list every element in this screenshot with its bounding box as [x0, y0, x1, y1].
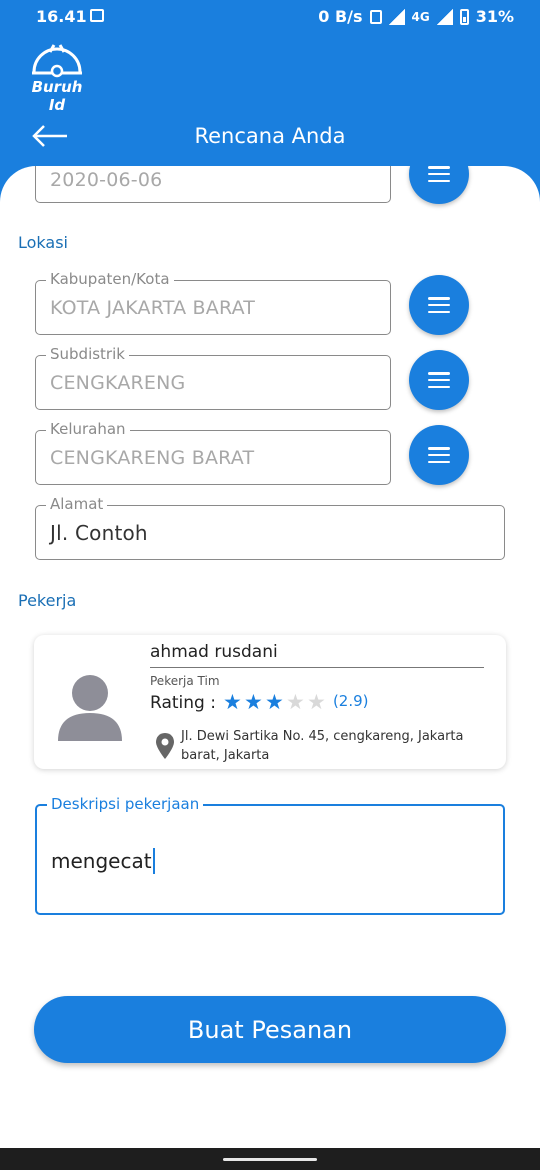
star-icon: ★: [307, 690, 326, 714]
subdistrik-field[interactable]: Subdistrik CENGKARENG: [35, 345, 391, 410]
kelurahan-select-button[interactable]: [409, 425, 469, 485]
network-type: 4G: [411, 9, 430, 24]
menu-icon: [428, 447, 450, 463]
kelurahan-field[interactable]: Kelurahan CENGKARENG BARAT: [35, 420, 391, 485]
avatar-icon: [58, 675, 122, 741]
gallery-icon: [90, 9, 104, 22]
alamat-field[interactable]: Alamat Jl. Contoh: [35, 495, 505, 560]
battery-icon: [459, 8, 469, 25]
date-value: 2020-06-06: [50, 168, 163, 191]
kabupaten-field[interactable]: Kabupaten/Kota KOTA JAKARTA BARAT: [35, 270, 391, 335]
battery-percent: 31%: [475, 7, 514, 26]
alamat-value: Jl. Contoh: [50, 520, 148, 545]
worker-name: ahmad rusdani: [150, 642, 278, 662]
signal-icon-2: [436, 8, 453, 25]
star-icon: ★: [223, 690, 242, 714]
signal-icon: [388, 8, 405, 25]
vibrate-icon: [369, 9, 382, 24]
divider: [150, 667, 484, 668]
menu-icon: [428, 297, 450, 313]
worker-section-title: Pekerja: [18, 591, 77, 610]
status-bar: 16.41 0 B/s 4G 31%: [0, 0, 540, 34]
star-icon: ★: [244, 690, 263, 714]
worker-card[interactable]: ahmad rusdani Pekerja Tim Rating : ★ ★ ★ ★ ★…: [34, 635, 506, 769]
job-description-field[interactable]: Deskripsi pekerjaan mengecat: [35, 795, 505, 915]
text-cursor: [152, 848, 155, 874]
location-section-title: Lokasi: [18, 233, 68, 252]
helmet-icon: [32, 44, 82, 78]
worker-address: Jl. Dewi Sartika No. 45, cengkareng, Jak…: [181, 729, 464, 763]
rating-label: Rating :: [150, 692, 216, 713]
status-icons: 0 B/s 4G 31%: [318, 7, 514, 26]
app-logo: Buruh Id: [24, 40, 90, 114]
page-title: Rencana Anda: [194, 124, 346, 148]
subdistrik-select-button[interactable]: [409, 350, 469, 410]
star-icon: ★: [286, 690, 305, 714]
worker-type: Pekerja Tim: [150, 674, 220, 688]
subdistrik-value: CENGKARENG: [50, 371, 186, 394]
home-gesture-bar[interactable]: [223, 1158, 317, 1161]
kabupaten-select-button[interactable]: [409, 275, 469, 335]
job-description-value: mengecat: [51, 848, 155, 874]
order-form: 2020-06-06 Lokasi Kabupaten/Kota KOTA JA…: [0, 166, 540, 1148]
date-field[interactable]: 2020-06-06: [35, 166, 391, 203]
kabupaten-value: KOTA JAKARTA BARAT: [50, 296, 256, 319]
date-picker-button[interactable]: [409, 166, 469, 204]
star-icon: ★: [265, 690, 284, 714]
kelurahan-value: CENGKARENG BARAT: [50, 446, 255, 469]
rating-value: (2.9): [332, 692, 369, 710]
logo-text: Buruh Id: [31, 78, 83, 114]
menu-icon: [428, 166, 450, 182]
status-time: 16.41: [36, 7, 87, 26]
network-speed: 0 B/s: [318, 7, 363, 26]
rating-stars: ★ ★ ★ ★ ★: [222, 692, 327, 713]
location-pin-icon: [156, 733, 174, 759]
create-order-button[interactable]: Buat Pesanan: [34, 996, 506, 1063]
menu-icon: [428, 372, 450, 388]
job-description-label: Deskripsi pekerjaan: [47, 795, 204, 813]
rating-row: Rating : ★ ★ ★ ★ ★ (2.9): [150, 692, 369, 713]
system-nav-bar: [0, 1148, 540, 1170]
job-description-text: mengecat: [51, 849, 152, 873]
